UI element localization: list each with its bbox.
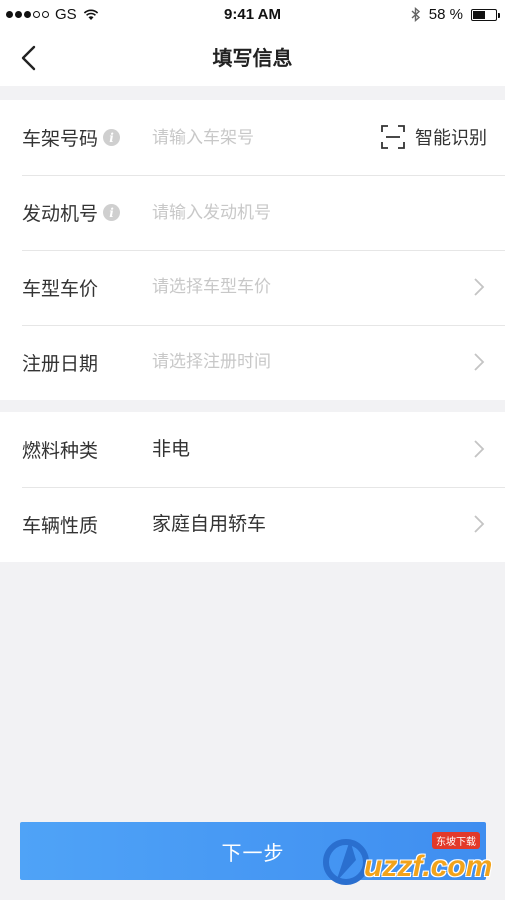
scan-frame-icon [381,125,405,149]
fuel-type-value: 非电 [152,438,191,460]
next-step-label: 下一步 [221,840,285,865]
engine-number-input[interactable] [152,195,362,230]
vin-label: 车架号码 [22,128,99,150]
watermark-emblem-icon [323,839,369,885]
chevron-right-icon [474,278,485,296]
model-price-placeholder: 请选择车型车价 [152,277,271,297]
vehicle-nature-label: 车辆性质 [22,515,99,537]
engine-number-label: 发动机号 [22,203,99,225]
watermark-logo: uzzf.com 东坡下载 [320,830,500,890]
row-vin: 车架号码 i 智能识别 [0,100,505,175]
page-title: 填写信息 [212,46,293,70]
info-icon[interactable]: i [103,129,121,146]
bluetooth-icon [411,7,420,22]
watermark-badge: 东坡下载 [432,832,480,849]
info-icon[interactable]: i [103,204,121,221]
row-fuel-type[interactable]: 燃料种类 非电 [0,412,505,487]
fuel-type-label: 燃料种类 [22,440,99,462]
nav-bar: 填写信息 [0,30,505,86]
registration-date-label: 注册日期 [22,353,99,375]
chevron-right-icon [474,353,485,371]
smart-scan-label: 智能识别 [415,128,487,149]
registration-date-placeholder: 请选择注册时间 [152,352,271,372]
battery-icon [471,8,500,21]
status-right: 58 % [411,6,500,23]
status-bar: GS 9:41 AM 58 % [0,0,505,30]
model-price-label: 车型车价 [22,278,99,300]
vehicle-nature-value: 家庭自用轿车 [152,513,267,535]
row-registration-date[interactable]: 注册日期 请选择注册时间 [0,325,505,400]
vehicle-type-group: 燃料种类 非电 车辆性质 家庭自用轿车 [0,412,505,562]
smart-scan-button[interactable]: 智能识别 [381,124,487,150]
chevron-right-icon [474,440,485,458]
row-vehicle-nature[interactable]: 车辆性质 家庭自用轿车 [0,487,505,562]
battery-fill [473,10,485,19]
watermark-text: uzzf.com [364,850,493,883]
vin-input[interactable] [152,120,362,155]
battery-percent: 58 % [428,6,463,23]
row-engine-number: 发动机号 i [0,175,505,250]
chevron-right-icon [474,515,485,533]
vehicle-id-group: 车架号码 i 智能识别 发动机号 i 车型车价 请选择车型车价 注册日期 请选择… [0,100,505,400]
row-model-price[interactable]: 车型车价 请选择车型车价 [0,250,505,325]
